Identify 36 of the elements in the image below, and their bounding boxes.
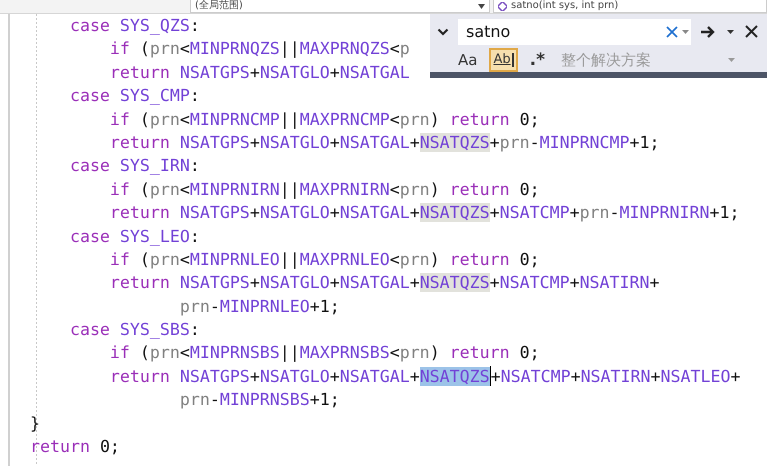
code-line: if (prn<MINPRNLEO||MAXPRNLEO<prn) return 0; — [108, 248, 540, 271]
regex-toggle[interactable]: .* — [526, 48, 549, 72]
code-line: return NSATGPS+NSATGLO+NSATGAL+NSATQZS+prn-MINPRNCMP+1; — [108, 132, 660, 154]
caret-icon — [478, 4, 485, 8]
code-line: return 0; — [30, 436, 120, 458]
code-line: return NSATGPS+NSATGLO+NSATGAL — [108, 62, 410, 84]
code-line: prn-MINPRNSBS+1; — [178, 389, 340, 412]
scope-dropdown[interactable]: (全局范围) — [190, 0, 490, 13]
close-icon — [666, 26, 678, 38]
code-line: if (prn<MINPRNSBS||MAXPRNSBS<prn) return 0; — [108, 342, 540, 364]
code-line: prn-MINPRNLEO+1; — [178, 296, 340, 318]
search-field[interactable]: satno — [458, 18, 664, 44]
caret-icon — [682, 30, 689, 34]
code-line: return NSATGPS+NSATGLO+NSATGAL+NSATQZS+NSATCMP+prn-MINPRNIRN+1; — [108, 202, 740, 224]
caret-icon — [728, 58, 735, 62]
text-cursor — [490, 366, 491, 386]
code-line: case SYS_LEO: — [68, 226, 200, 248]
code-line: if (prn<MINPRNCMP||MAXPRNCMP<prn) return 0; — [108, 108, 540, 131]
history-button[interactable] — [680, 18, 691, 44]
close-icon — [745, 25, 758, 38]
code-line: case SYS_SBS: — [68, 319, 200, 342]
code-line: case SYS_QZS: — [68, 15, 200, 37]
code-line: if (prn<MINPRNIRN||MAXPRNIRN<prn) return 0; — [108, 178, 540, 201]
whole-word-toggle[interactable]: Ab — [489, 48, 518, 72]
code-line: } — [30, 412, 40, 435]
code-line: case SYS_IRN: — [68, 155, 200, 178]
code-line: return NSATGPS+NSATGLO+NSATGAL+NSATQZS+NSATCMP+NSATIRN+ — [108, 272, 660, 294]
code-line: return NSATGPS+NSATGLO+NSATGAL+NSATQZS+NSATCMP+NSATIRN+NSATLEO+ — [108, 364, 740, 388]
chevron-down-icon — [437, 28, 449, 36]
caret-icon — [727, 30, 734, 34]
arrow-right-icon — [700, 24, 716, 38]
code-line: if (prn<MINPRNQZS||MAXPRNQZS<p — [108, 38, 410, 60]
code-line: case SYS_CMP: — [68, 85, 200, 108]
match-case-toggle[interactable]: Aa — [454, 48, 482, 72]
method-icon — [498, 2, 507, 10]
member-dropdown[interactable]: satno(int sys, int prn) — [493, 0, 767, 13]
